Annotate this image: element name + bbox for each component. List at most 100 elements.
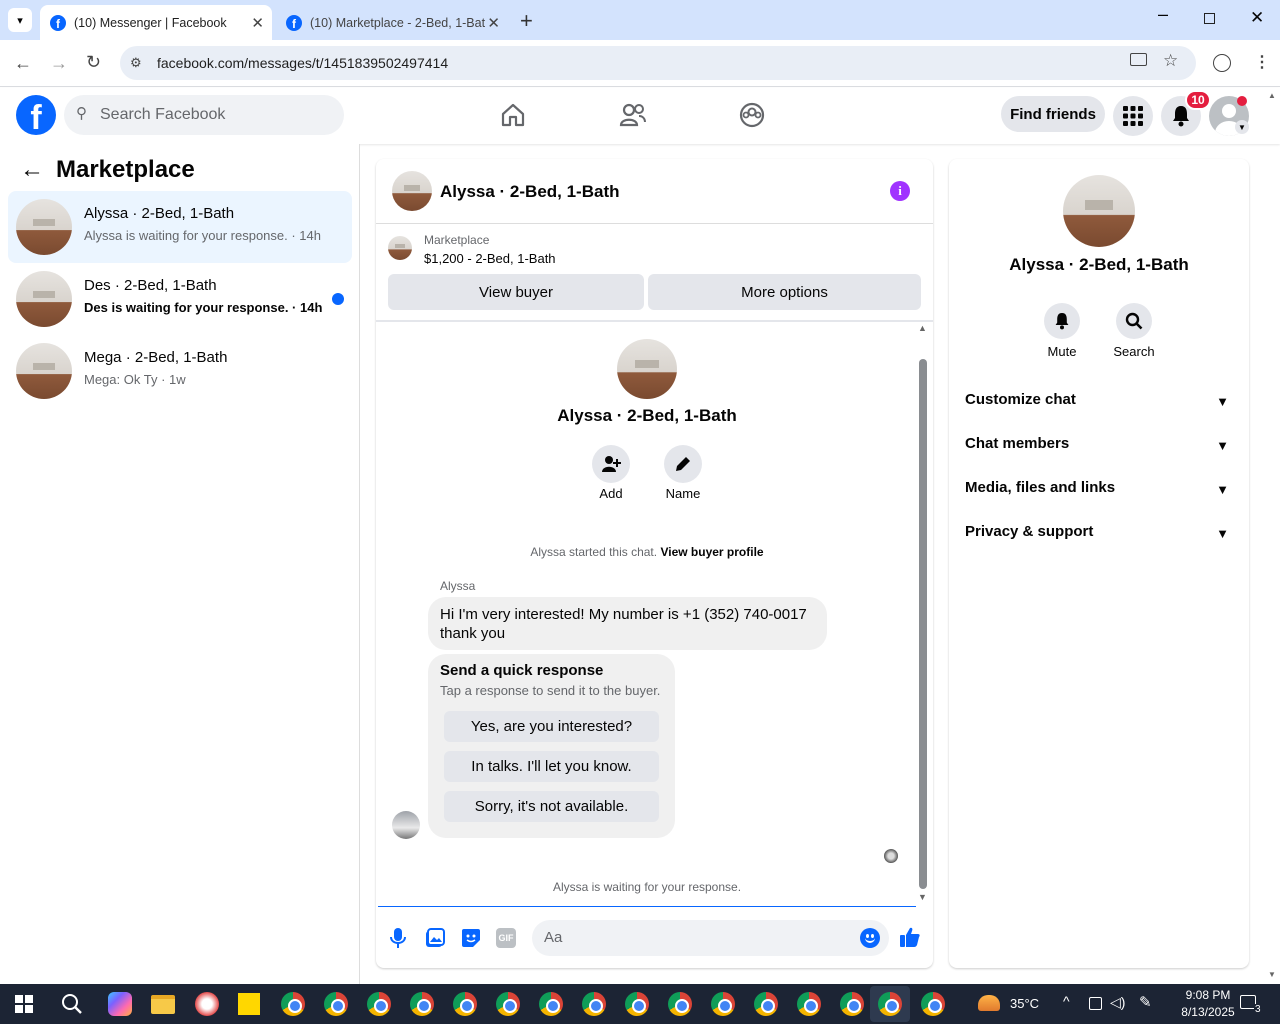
chrome-icon[interactable] <box>324 992 348 1016</box>
restore-icon[interactable] <box>1204 13 1215 24</box>
close-window-icon[interactable]: ✕ <box>1250 8 1264 28</box>
add-button[interactable] <box>592 445 630 483</box>
conversation-item[interactable]: Alyssa · 2-Bed, 1-Bath Alyssa is waiting… <box>8 191 352 263</box>
minimize-icon[interactable]: – <box>1158 4 1168 25</box>
chat-header-avatar[interactable] <box>392 171 432 211</box>
quick-reply-button[interactable]: Sorry, it's not available. <box>444 791 659 822</box>
profile-icon[interactable] <box>1213 54 1231 72</box>
snipping-tool-icon[interactable] <box>195 992 219 1016</box>
pen-icon[interactable]: ✎ <box>1139 993 1152 1011</box>
clock-date[interactable]: 8/13/2025 <box>1166 1005 1250 1019</box>
quick-response-subtitle: Tap a response to send it to the buyer. <box>440 683 661 698</box>
home-icon[interactable] <box>500 102 526 128</box>
tab-messenger[interactable]: f (10) Messenger | Facebook ✕ <box>40 5 272 40</box>
message-bubble[interactable]: Hi I'm very interested! My number is +1 … <box>428 597 827 650</box>
scroll-down-arrow[interactable]: ▼ <box>918 892 927 902</box>
search-input[interactable]: ⚲ Search Facebook <box>64 95 344 135</box>
chrome-icon[interactable] <box>582 992 606 1016</box>
section-label: Media, files and links <box>965 479 1116 496</box>
clock-time[interactable]: 9:08 PM <box>1172 988 1244 1002</box>
sticker-icon[interactable] <box>461 928 481 948</box>
volume-icon[interactable]: ◁) <box>1110 994 1125 1011</box>
account-chevron-icon[interactable]: ▼ <box>1235 120 1249 134</box>
conversation-item[interactable]: Des · 2-Bed, 1-Bath Des is waiting for y… <box>8 263 352 335</box>
mute-button[interactable] <box>1044 303 1080 339</box>
chrome-icon[interactable] <box>711 992 735 1016</box>
search-button[interactable] <box>1116 303 1152 339</box>
scrollbar-thumb[interactable] <box>919 359 927 889</box>
chrome-icon[interactable] <box>797 992 821 1016</box>
privacy-support-section[interactable]: Privacy & support ▼ <box>965 523 1233 553</box>
reload-icon[interactable]: ↻ <box>86 52 101 73</box>
emoji-icon[interactable] <box>860 928 880 948</box>
temperature-text[interactable]: 35°C <box>1010 996 1039 1011</box>
gif-icon[interactable]: GIF <box>496 928 516 948</box>
new-tab-button[interactable]: + <box>520 8 533 34</box>
section-label: Customize chat <box>965 391 1076 408</box>
friends-icon[interactable] <box>619 102 647 128</box>
chat-members-section[interactable]: Chat members ▼ <box>965 435 1233 465</box>
add-label: Add <box>599 486 623 501</box>
chrome-icon[interactable] <box>754 992 778 1016</box>
chrome-icon[interactable] <box>840 992 864 1016</box>
back-arrow-icon[interactable]: ← <box>20 156 44 184</box>
copilot-icon[interactable] <box>108 992 132 1016</box>
close-tab-icon[interactable]: ✕ <box>487 14 500 32</box>
sender-name: Alyssa <box>440 579 476 593</box>
network-icon[interactable] <box>1089 997 1102 1010</box>
view-buyer-button[interactable]: View buyer <box>388 274 644 310</box>
menu-button[interactable] <box>1113 96 1153 136</box>
taskbar-search-icon[interactable] <box>61 993 83 1015</box>
emoji-mouth <box>865 937 875 943</box>
page-scroll-down-arrow[interactable]: ▼ <box>1268 970 1276 979</box>
chrome-icon[interactable] <box>410 992 434 1016</box>
install-app-icon[interactable] <box>1130 53 1147 66</box>
address-bar[interactable]: ⚙ facebook.com/messages/t/14518395024974… <box>120 46 1196 80</box>
facebook-favicon-icon: f <box>286 14 302 31</box>
quick-reply-button[interactable]: In talks. I'll let you know. <box>444 751 659 782</box>
tab-search-button[interactable]: ▾ <box>8 8 32 32</box>
photo-icon[interactable] <box>425 928 445 948</box>
weather-icon[interactable] <box>978 995 1000 1011</box>
chrome-icon[interactable] <box>625 992 649 1016</box>
file-explorer-icon[interactable] <box>151 995 175 1014</box>
chrome-icon[interactable] <box>367 992 391 1016</box>
media-files-section[interactable]: Media, files and links ▼ <box>965 479 1233 509</box>
info-icon[interactable]: i <box>890 181 910 201</box>
facebook-logo-icon[interactable]: f <box>16 95 56 135</box>
site-info-icon[interactable]: ⚙ <box>130 55 142 71</box>
chrome-icon[interactable] <box>281 992 305 1016</box>
page-scroll-up-arrow[interactable]: ▲ <box>1268 91 1276 100</box>
customize-chat-section[interactable]: Customize chat ▼ <box>965 391 1233 421</box>
thumbs-up-icon[interactable] <box>899 926 921 948</box>
name-button[interactable] <box>664 445 702 483</box>
close-tab-icon[interactable]: ✕ <box>251 14 264 32</box>
message-input-placeholder: Aa <box>544 929 563 946</box>
scroll-up-arrow[interactable]: ▲ <box>918 323 927 333</box>
chrome-menu-icon[interactable]: ⋮ <box>1254 52 1270 72</box>
chrome-icon[interactable] <box>539 992 563 1016</box>
sticky-notes-icon[interactable] <box>238 993 260 1015</box>
find-friends-button[interactable]: Find friends <box>1001 96 1105 132</box>
chrome-icon[interactable] <box>453 992 477 1016</box>
groups-icon[interactable] <box>739 102 765 128</box>
microphone-icon[interactable] <box>390 927 406 949</box>
chat-started-text: Alyssa started this chat. <box>530 545 658 559</box>
chrome-icon[interactable] <box>921 992 945 1016</box>
tab-marketplace[interactable]: f (10) Marketplace - 2-Bed, 1-Bat ✕ <box>276 5 508 40</box>
chrome-icon[interactable] <box>496 992 520 1016</box>
chrome-icon[interactable] <box>668 992 692 1016</box>
forward-icon[interactable]: → <box>50 53 68 74</box>
tray-chevron-icon[interactable]: ^ <box>1063 993 1070 1009</box>
windows-start-icon[interactable] <box>15 995 33 1013</box>
quick-reply-button[interactable]: Yes, are you interested? <box>444 711 659 742</box>
chrome-icon[interactable] <box>878 992 902 1016</box>
back-icon[interactable]: ← <box>14 53 32 74</box>
chat-title[interactable]: Alyssa · 2-Bed, 1-Bath <box>440 182 620 202</box>
bookmark-star-icon[interactable]: ☆ <box>1163 51 1178 71</box>
conversation-item[interactable]: Mega · 2-Bed, 1-Bath Mega: Ok Ty · 1w <box>8 335 352 407</box>
view-buyer-profile-link[interactable]: View buyer profile <box>660 545 763 559</box>
more-options-button[interactable]: More options <box>648 274 921 310</box>
message-input[interactable]: Aa <box>532 920 889 956</box>
tab-title: (10) Messenger | Facebook <box>74 15 227 30</box>
